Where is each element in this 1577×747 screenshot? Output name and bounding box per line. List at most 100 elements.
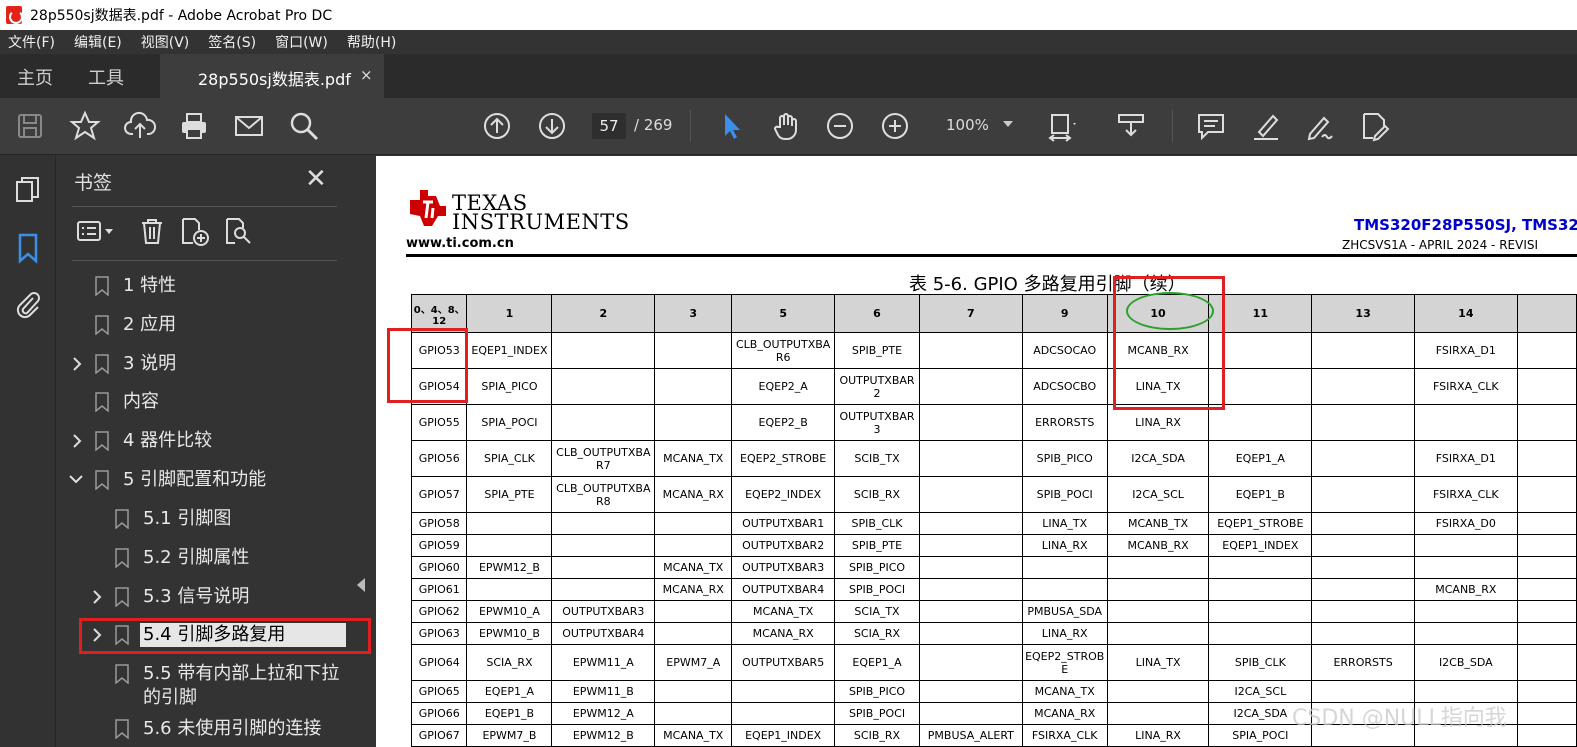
table-cell: LINA_RX [1021,622,1108,645]
search-icon[interactable] [288,110,320,142]
header-rule [406,254,1577,257]
table-cell: SPIB_POCI [1021,476,1108,513]
panel-divider [72,206,337,207]
tab-home[interactable]: 主页 [17,64,53,90]
zoom-out-icon[interactable] [824,110,856,142]
table-cell: EPWM11_B [551,680,656,703]
sign-icon[interactable] [1304,110,1336,142]
table-cell: SPIA_PICO [466,368,553,405]
table-cell [1208,622,1313,645]
table-cell: I2CB_SDA [1413,644,1518,681]
chevron-right-icon[interactable] [71,433,83,449]
menu-file[interactable]: 文件(F) [8,32,55,52]
page-fit-icon[interactable] [1046,110,1078,142]
table-cell: FSIRXA_CLK [1021,724,1108,747]
website-link[interactable]: www.ti.com.cn [406,236,514,251]
table-cell: FSIRXA_D1 [1413,332,1518,369]
table-cell: GPIO67 [410,724,468,747]
bookmark-panel-icon[interactable] [12,232,44,264]
zoom-dropdown-icon[interactable] [1003,121,1013,127]
table-cell: CLB_OUTPUTXBAR8 [551,476,656,513]
tab-close-icon[interactable]: × [360,66,373,84]
new-bookmark-icon[interactable] [179,216,209,246]
table-cell: SCIA_RX [834,622,920,645]
table-cell: GPIO58 [410,512,468,535]
table-cell [918,404,1023,441]
table-cell [1208,556,1313,579]
bookmark-flag-icon [95,315,109,335]
tab-document[interactable]: 28p550sj数据表.pdf × [160,54,384,98]
select-cursor-icon[interactable] [716,110,748,142]
page-thumbnails-icon[interactable] [12,174,44,206]
zoom-in-icon[interactable] [879,110,911,142]
chevron-right-icon[interactable] [71,356,83,372]
bookmark-label: 5.3 信号说明 [143,586,250,607]
zoom-level[interactable]: 100% [946,116,989,134]
chevron-right-icon[interactable] [91,589,103,605]
table-cell [551,332,656,369]
table-cell: SPIA_PTE [466,476,553,513]
table-cell [918,440,1023,477]
save-icon[interactable] [14,110,46,142]
bookmark-options-icon[interactable] [75,216,113,246]
table-header-cell: 3 [654,294,733,333]
find-bookmark-icon[interactable] [223,216,253,246]
bookmark-label: 5.1 引脚图 [143,508,232,529]
next-page-icon[interactable] [536,110,568,142]
table-cell [1106,578,1210,601]
comment-icon[interactable] [1195,110,1227,142]
table-cell: SPIB_POCI [834,702,920,725]
table-cell: ERRORSTS [1021,404,1108,441]
table-cell [1311,404,1415,441]
tab-tools[interactable]: 工具 [88,64,124,90]
highlight-icon[interactable] [1250,110,1282,142]
table-cell [1311,534,1415,557]
table-cell [551,534,656,557]
table-cell: OUTPUTXBAR3 [834,404,920,441]
menu-sign[interactable]: 签名(S) [208,32,256,52]
cloud-upload-icon[interactable] [124,110,157,142]
table-cell [466,512,553,535]
table-header-cell: 0、4、8、12 [410,294,468,333]
table-row: GPIO62 EPWM10_A OUTPUTXBAR3 MCANA_TX SCIA_TX… [410,600,1577,623]
table-cell: MCANA_RX [654,476,733,513]
table-cell: ADCSOCBO [1021,368,1108,405]
previous-page-icon[interactable] [481,110,513,142]
scroll-mode-icon[interactable] [1115,110,1147,142]
table-cell: EQEP1_A [466,680,553,703]
delete-bookmark-icon[interactable] [137,216,167,246]
hand-tool-icon[interactable] [770,110,802,142]
acrobat-pdf-icon [6,6,23,24]
email-icon[interactable] [233,110,265,142]
fill-sign-icon[interactable] [1359,110,1391,142]
attachment-icon[interactable] [12,288,44,320]
panel-collapse-handle[interactable] [347,156,376,747]
menu-bar: 文件(F) 编辑(E) 视图(V) 签名(S) 窗口(W) 帮助(H) [0,30,1577,54]
table-row: GPIO54 SPIA_PICO EQEP2_A OUTPUTXBAR2 ADCSOCB… [410,368,1577,405]
table-cell: SPIB_CLK [1208,644,1313,681]
table-cell [918,534,1023,557]
menu-window[interactable]: 窗口(W) [275,32,328,52]
table-cell: OUTPUTXBAR3 [551,600,656,623]
chevron-down-icon[interactable] [68,473,84,485]
table-cell: OUTPUTXBAR2 [731,534,836,557]
annotation-red-box-bookmark [79,618,371,654]
table-row: GPIO55 SPIA_POCI EQEP2_B OUTPUTXBAR3 ERRORST… [410,404,1577,441]
document-page: TEXAS INSTRUMENTS www.ti.com.cn TMS320F2… [376,156,1577,747]
menu-view[interactable]: 视图(V) [141,32,190,52]
close-panel-icon[interactable]: ✕ [305,164,327,194]
star-icon[interactable] [69,110,101,142]
page-number-input[interactable]: 57 [592,113,626,139]
table-cell [918,332,1023,369]
table-cell [1311,600,1415,623]
table-header-cell: 14 [1413,294,1518,333]
table-cell [1106,600,1210,623]
print-icon[interactable] [178,110,210,142]
collapse-left-icon[interactable] [357,578,365,592]
menu-edit[interactable]: 编辑(E) [74,32,122,52]
table-cell [918,680,1023,703]
menu-help[interactable]: 帮助(H) [347,32,396,52]
table-cell: MCANB_RX [1413,578,1518,601]
bookmark-label: 2 应用 [123,314,177,335]
table-cell [654,600,733,623]
